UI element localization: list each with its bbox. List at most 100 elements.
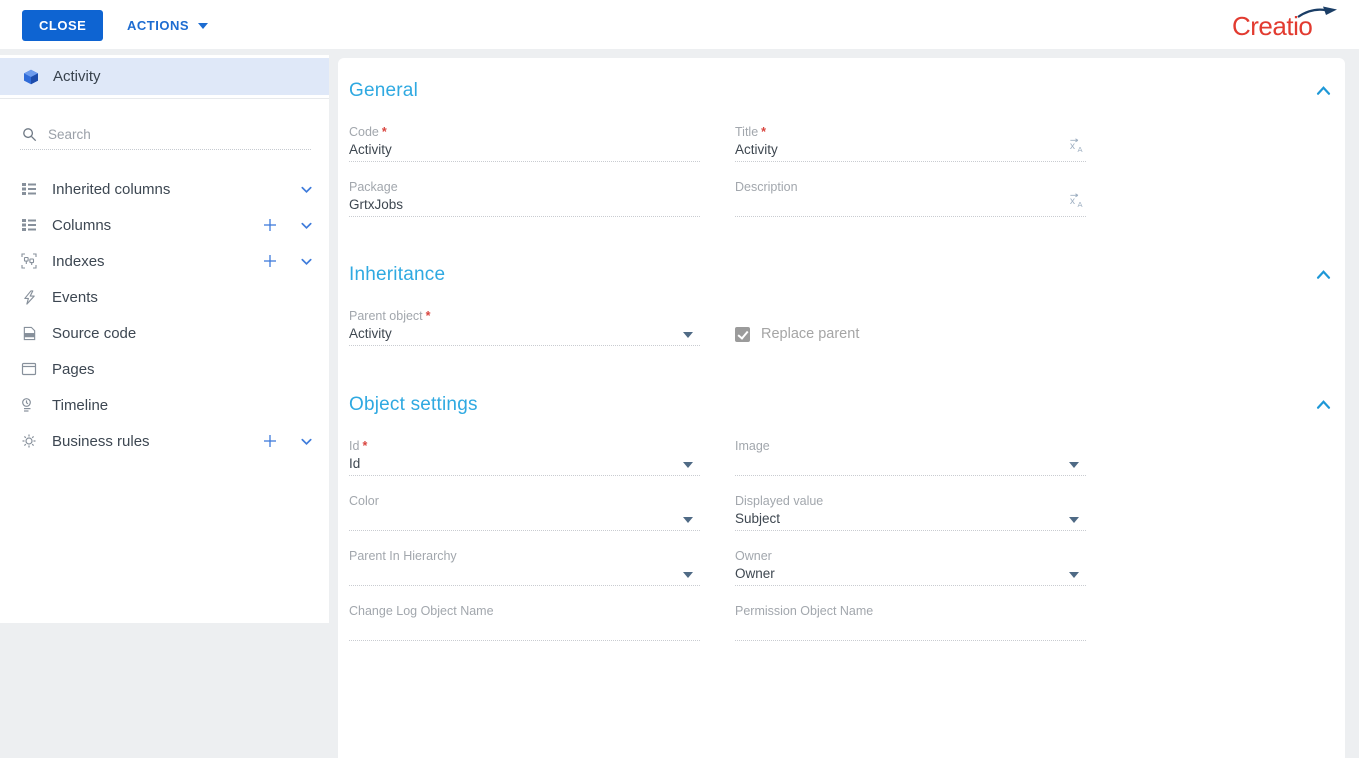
sidebar-item-activity[interactable]: Activity bbox=[0, 58, 329, 95]
field-label: Permission Object Name bbox=[735, 604, 874, 618]
code-input[interactable]: Activity bbox=[349, 141, 700, 162]
dropdown-caret-icon[interactable] bbox=[683, 332, 693, 338]
field-label: Description bbox=[735, 180, 798, 194]
expand-chevron-icon[interactable] bbox=[295, 178, 317, 200]
color-select[interactable] bbox=[349, 510, 700, 531]
dropdown-caret-icon[interactable] bbox=[1069, 517, 1079, 523]
section-inheritance-header: Inheritance bbox=[349, 264, 1345, 290]
field-parent-object: Parent object * Activity bbox=[349, 309, 700, 346]
collapse-chevron-icon[interactable] bbox=[1316, 267, 1331, 285]
main-panel: General Code * Activity Title * Activity x… bbox=[338, 58, 1345, 758]
field-label: Package bbox=[349, 180, 398, 194]
top-bar: CLOSE ACTIONS Creatio bbox=[0, 0, 1359, 49]
expand-chevron-icon[interactable] bbox=[295, 250, 317, 272]
replace-parent-checkbox[interactable] bbox=[735, 327, 750, 342]
chevron-down-icon bbox=[198, 22, 208, 29]
dropdown-caret-icon[interactable] bbox=[683, 462, 693, 468]
section-title: General bbox=[349, 80, 418, 101]
creatio-logo: Creatio bbox=[1232, 6, 1337, 44]
id-select[interactable]: Id bbox=[349, 455, 700, 476]
inheritance-fields: Parent object * Activity Replace parent bbox=[349, 309, 1345, 346]
svg-text:A: A bbox=[1077, 200, 1083, 209]
sidebar-item-source-code[interactable]: Source code bbox=[0, 315, 329, 351]
field-label: Change Log Object Name bbox=[349, 604, 494, 618]
sidebar-item-business-rules[interactable]: Business rules bbox=[0, 423, 329, 459]
field-label: Owner bbox=[735, 549, 772, 563]
package-input[interactable]: GrtxJobs bbox=[349, 196, 700, 217]
field-label: Title * bbox=[735, 125, 767, 139]
sidebar-item-label: Source code bbox=[52, 324, 137, 342]
field-title: Title * Activity x A bbox=[735, 125, 1086, 162]
image-select[interactable] bbox=[735, 455, 1086, 476]
divider bbox=[0, 98, 329, 99]
replace-parent-field: Replace parent bbox=[735, 309, 1086, 346]
field-code: Code * Activity bbox=[349, 125, 700, 162]
field-image: Image bbox=[735, 439, 1086, 476]
sidebar-item-label: Indexes bbox=[52, 252, 105, 270]
timeline-icon bbox=[20, 397, 38, 413]
actions-button-label: ACTIONS bbox=[127, 18, 189, 33]
localization-icon[interactable]: x A bbox=[1068, 192, 1085, 214]
svg-text:x: x bbox=[1070, 141, 1076, 152]
field-package: Package GrtxJobs bbox=[349, 180, 700, 217]
sidebar-item-label: Events bbox=[52, 288, 98, 306]
sidebar-item-label: Columns bbox=[52, 216, 112, 234]
description-input[interactable]: x A bbox=[735, 193, 1086, 217]
field-label: Color bbox=[349, 494, 379, 508]
field-color: Color bbox=[349, 494, 700, 531]
permission-object-name-input[interactable] bbox=[735, 620, 1086, 641]
close-button[interactable]: CLOSE bbox=[22, 10, 104, 41]
lightning-icon bbox=[20, 289, 38, 305]
field-label: Id * bbox=[349, 439, 368, 453]
collapse-chevron-icon[interactable] bbox=[1316, 397, 1331, 415]
logo-arrow-icon bbox=[1297, 6, 1337, 18]
collapse-chevron-icon[interactable] bbox=[1316, 83, 1331, 101]
add-icon[interactable] bbox=[259, 214, 281, 236]
section-title: Inheritance bbox=[349, 264, 446, 285]
dropdown-caret-icon[interactable] bbox=[683, 572, 693, 578]
general-fields: Code * Activity Title * Activity x A Packa… bbox=[349, 125, 1345, 217]
add-icon[interactable] bbox=[259, 250, 281, 272]
field-id: Id * Id bbox=[349, 439, 700, 476]
sidebar-item-label: Timeline bbox=[52, 396, 109, 414]
actions-button[interactable]: ACTIONS bbox=[121, 10, 214, 41]
parent-in-hierarchy-select[interactable] bbox=[349, 565, 700, 586]
source-code-icon bbox=[20, 325, 38, 341]
sidebar-item-label: Business rules bbox=[52, 432, 150, 450]
expand-chevron-icon[interactable] bbox=[295, 430, 317, 452]
field-displayed-value: Displayed value Subject bbox=[735, 494, 1086, 531]
gear-icon bbox=[20, 433, 38, 449]
sidebar-item-indexes[interactable]: Indexes bbox=[0, 243, 329, 279]
dropdown-caret-icon[interactable] bbox=[1069, 462, 1079, 468]
section-title: Object settings bbox=[349, 394, 478, 415]
change-log-object-name-input[interactable] bbox=[349, 620, 700, 641]
svg-text:x: x bbox=[1070, 196, 1076, 207]
localization-icon[interactable]: x A bbox=[1068, 137, 1085, 159]
field-label: Parent object * bbox=[349, 309, 431, 323]
field-label: Parent In Hierarchy bbox=[349, 549, 457, 563]
add-icon[interactable] bbox=[259, 430, 281, 452]
field-label: Code * bbox=[349, 125, 387, 139]
dropdown-caret-icon[interactable] bbox=[683, 517, 693, 523]
sidebar-item-columns[interactable]: Columns bbox=[0, 207, 329, 243]
parent-object-select[interactable]: Activity bbox=[349, 325, 700, 346]
sidebar-item-pages[interactable]: Pages bbox=[0, 351, 329, 387]
columns-list-icon bbox=[20, 181, 38, 197]
displayed-value-select[interactable]: Subject bbox=[735, 510, 1086, 531]
checkbox-label: Replace parent bbox=[761, 326, 860, 342]
dropdown-caret-icon[interactable] bbox=[1069, 572, 1079, 578]
sidebar-item-events[interactable]: Events bbox=[0, 279, 329, 315]
search-icon bbox=[20, 126, 38, 142]
cube-icon bbox=[22, 69, 40, 85]
sidebar-item-label: Inherited columns bbox=[52, 180, 171, 198]
search-field bbox=[20, 126, 311, 150]
expand-chevron-icon[interactable] bbox=[295, 214, 317, 236]
search-input[interactable] bbox=[48, 126, 311, 142]
title-input[interactable]: Activity x A bbox=[735, 138, 1086, 162]
columns-list-icon bbox=[20, 217, 38, 233]
sidebar-item-timeline[interactable]: Timeline bbox=[0, 387, 329, 423]
sidebar-selected-label: Activity bbox=[53, 68, 101, 85]
owner-select[interactable]: Owner bbox=[735, 565, 1086, 586]
sidebar: Activity Inherited columns bbox=[0, 55, 329, 623]
sidebar-item-inherited-columns[interactable]: Inherited columns bbox=[0, 171, 329, 207]
